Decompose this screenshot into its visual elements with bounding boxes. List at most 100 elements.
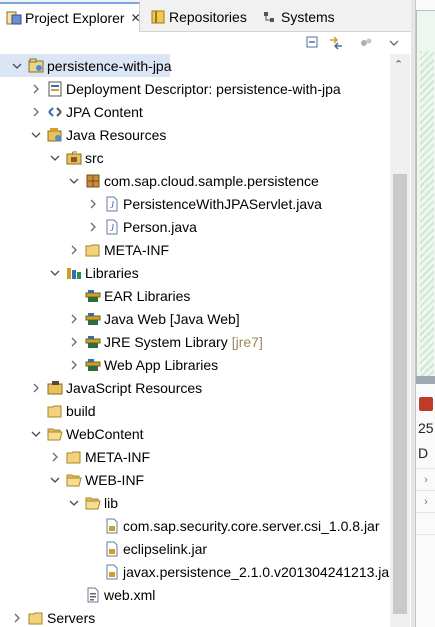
folder-icon (28, 610, 44, 626)
chevron-right-icon[interactable] (29, 82, 43, 96)
tree-item[interactable]: META-INF (0, 238, 169, 261)
chevron-down-icon[interactable] (29, 128, 43, 142)
tree-item-decoration: [jre7] (231, 333, 263, 350)
library-icon (85, 288, 101, 304)
tree-item[interactable]: Deployment Descriptor: persistence-with-… (0, 77, 341, 100)
tree-item[interactable]: web.xml (0, 583, 155, 606)
tree-item[interactable]: META-INF (0, 445, 150, 468)
focus-icon[interactable] (358, 36, 374, 50)
tree-item[interactable]: J PersistenceWithJPAServlet.java (0, 192, 322, 215)
folder-open-icon (47, 426, 63, 442)
chevron-up-icon[interactable]: ⌃ (394, 58, 403, 71)
chevron-right-icon[interactable] (67, 335, 81, 349)
tree-item[interactable]: JRE System Library [jre7] (0, 330, 263, 353)
tree-item[interactable]: JPA Content (0, 100, 143, 123)
close-icon[interactable]: ✕ (131, 11, 141, 25)
source-folder-icon (66, 150, 82, 166)
chevron-down-icon[interactable] (67, 496, 81, 510)
tree-item-label: persistence-with-jpa (47, 57, 172, 74)
chevron-right-icon[interactable] (10, 611, 24, 625)
folder-open-icon (66, 472, 82, 488)
tree-item[interactable]: EAR Libraries (0, 284, 190, 307)
tree-item-label: JPA Content (66, 103, 143, 120)
cell-text: 25 (418, 420, 434, 436)
tree-item-label: META-INF (104, 241, 170, 258)
xml-file-icon (85, 587, 101, 603)
tab-systems[interactable]: Systems (258, 3, 335, 31)
tree-item[interactable]: Servers (0, 606, 95, 627)
table-row (416, 512, 435, 534)
jar-file-icon (104, 541, 120, 557)
tree-item-label: web.xml (104, 586, 156, 603)
chevron-right-icon[interactable]: › (416, 468, 435, 490)
repositories-icon (150, 9, 166, 25)
collapse-all-icon[interactable] (305, 36, 321, 50)
chevron-right-icon[interactable] (67, 243, 81, 257)
folder-open-icon (85, 495, 101, 511)
tab-project-explorer[interactable]: Project Explorer ✕ (0, 2, 141, 32)
tree-item[interactable]: WebContent (0, 422, 144, 445)
chevron-right-icon[interactable] (48, 450, 62, 464)
table-row (416, 534, 435, 556)
chevron-right-icon[interactable] (67, 358, 81, 372)
tree-item-label: Person.java (123, 218, 197, 235)
panel-divider (416, 376, 435, 384)
tab-repositories[interactable]: Repositories (146, 3, 247, 31)
console-icon[interactable] (419, 397, 433, 411)
chevron-down-icon[interactable] (10, 59, 24, 73)
tree-scrollbar[interactable]: ⌃ (390, 54, 410, 627)
tree-item[interactable]: src (0, 146, 104, 169)
chevron-right-icon[interactable] (86, 220, 100, 234)
java-file-icon: J (104, 219, 120, 235)
chevron-right-icon[interactable] (67, 312, 81, 326)
chevron-right-icon[interactable]: › (416, 490, 435, 512)
tree-item-label: src (85, 149, 104, 166)
tree-item[interactable]: build (0, 399, 96, 422)
tree-item[interactable]: Libraries (0, 261, 139, 284)
tree-item[interactable]: Java Web [Java Web] (0, 307, 240, 330)
folder-icon (47, 403, 63, 419)
tree-item-label: eclipselink.jar (123, 540, 208, 557)
tree-item-label: Deployment Descriptor: persistence-with-… (66, 80, 341, 97)
project-tree[interactable]: persistence-with-jpa Deployment Descripto… (0, 54, 390, 627)
tree-item[interactable]: WEB-INF (0, 468, 144, 491)
chevron-right-icon[interactable] (86, 197, 100, 211)
tab-label: Systems (281, 9, 335, 25)
tree-item[interactable]: eclipselink.jar (0, 537, 207, 560)
chevron-right-icon[interactable] (29, 381, 43, 395)
link-with-editor-icon[interactable] (328, 36, 344, 50)
tree-item-label: Java Web [Java Web] (104, 310, 240, 327)
tree-item-label: WEB-INF (85, 471, 145, 488)
chevron-down-icon[interactable] (29, 427, 43, 441)
jar-file-icon (104, 518, 120, 534)
tree-item[interactable]: javax.persistence_2.1.0.v201304241213.ja… (0, 560, 390, 583)
chevron-right-icon[interactable] (29, 105, 43, 119)
systems-icon (262, 9, 278, 25)
tree-item[interactable]: J Person.java (0, 215, 197, 238)
tree-item-label: Java Resources (66, 126, 167, 143)
tree-item[interactable]: com.sap.cloud.sample.persistence (0, 169, 319, 192)
tree-item[interactable]: Web App Libraries (0, 353, 218, 376)
folder-icon (85, 242, 101, 258)
chevron-down-icon[interactable] (48, 266, 62, 280)
chevron-down-icon[interactable] (48, 473, 62, 487)
chevron-down-icon[interactable] (48, 151, 62, 165)
project-icon (28, 58, 44, 74)
tree-item-label: build (66, 402, 96, 419)
view-menu-icon[interactable] (386, 36, 402, 50)
project-explorer-icon (6, 10, 22, 26)
cell-text: D (418, 445, 429, 461)
view-toolbar (0, 32, 411, 54)
library-icon (85, 357, 101, 373)
tree-item[interactable]: lib (0, 491, 118, 514)
tree-item[interactable]: Java Resources (0, 123, 166, 146)
tree-item[interactable]: JavaScript Resources (0, 376, 202, 399)
chevron-down-icon[interactable] (67, 174, 81, 188)
tree-item[interactable]: persistence-with-jpa (0, 54, 172, 77)
scrollbar-thumb[interactable] (393, 174, 407, 614)
tree-item[interactable]: com.sap.security.core.server.csi_1.0.8.j… (0, 514, 380, 537)
deployment-descriptor-icon (47, 81, 63, 97)
